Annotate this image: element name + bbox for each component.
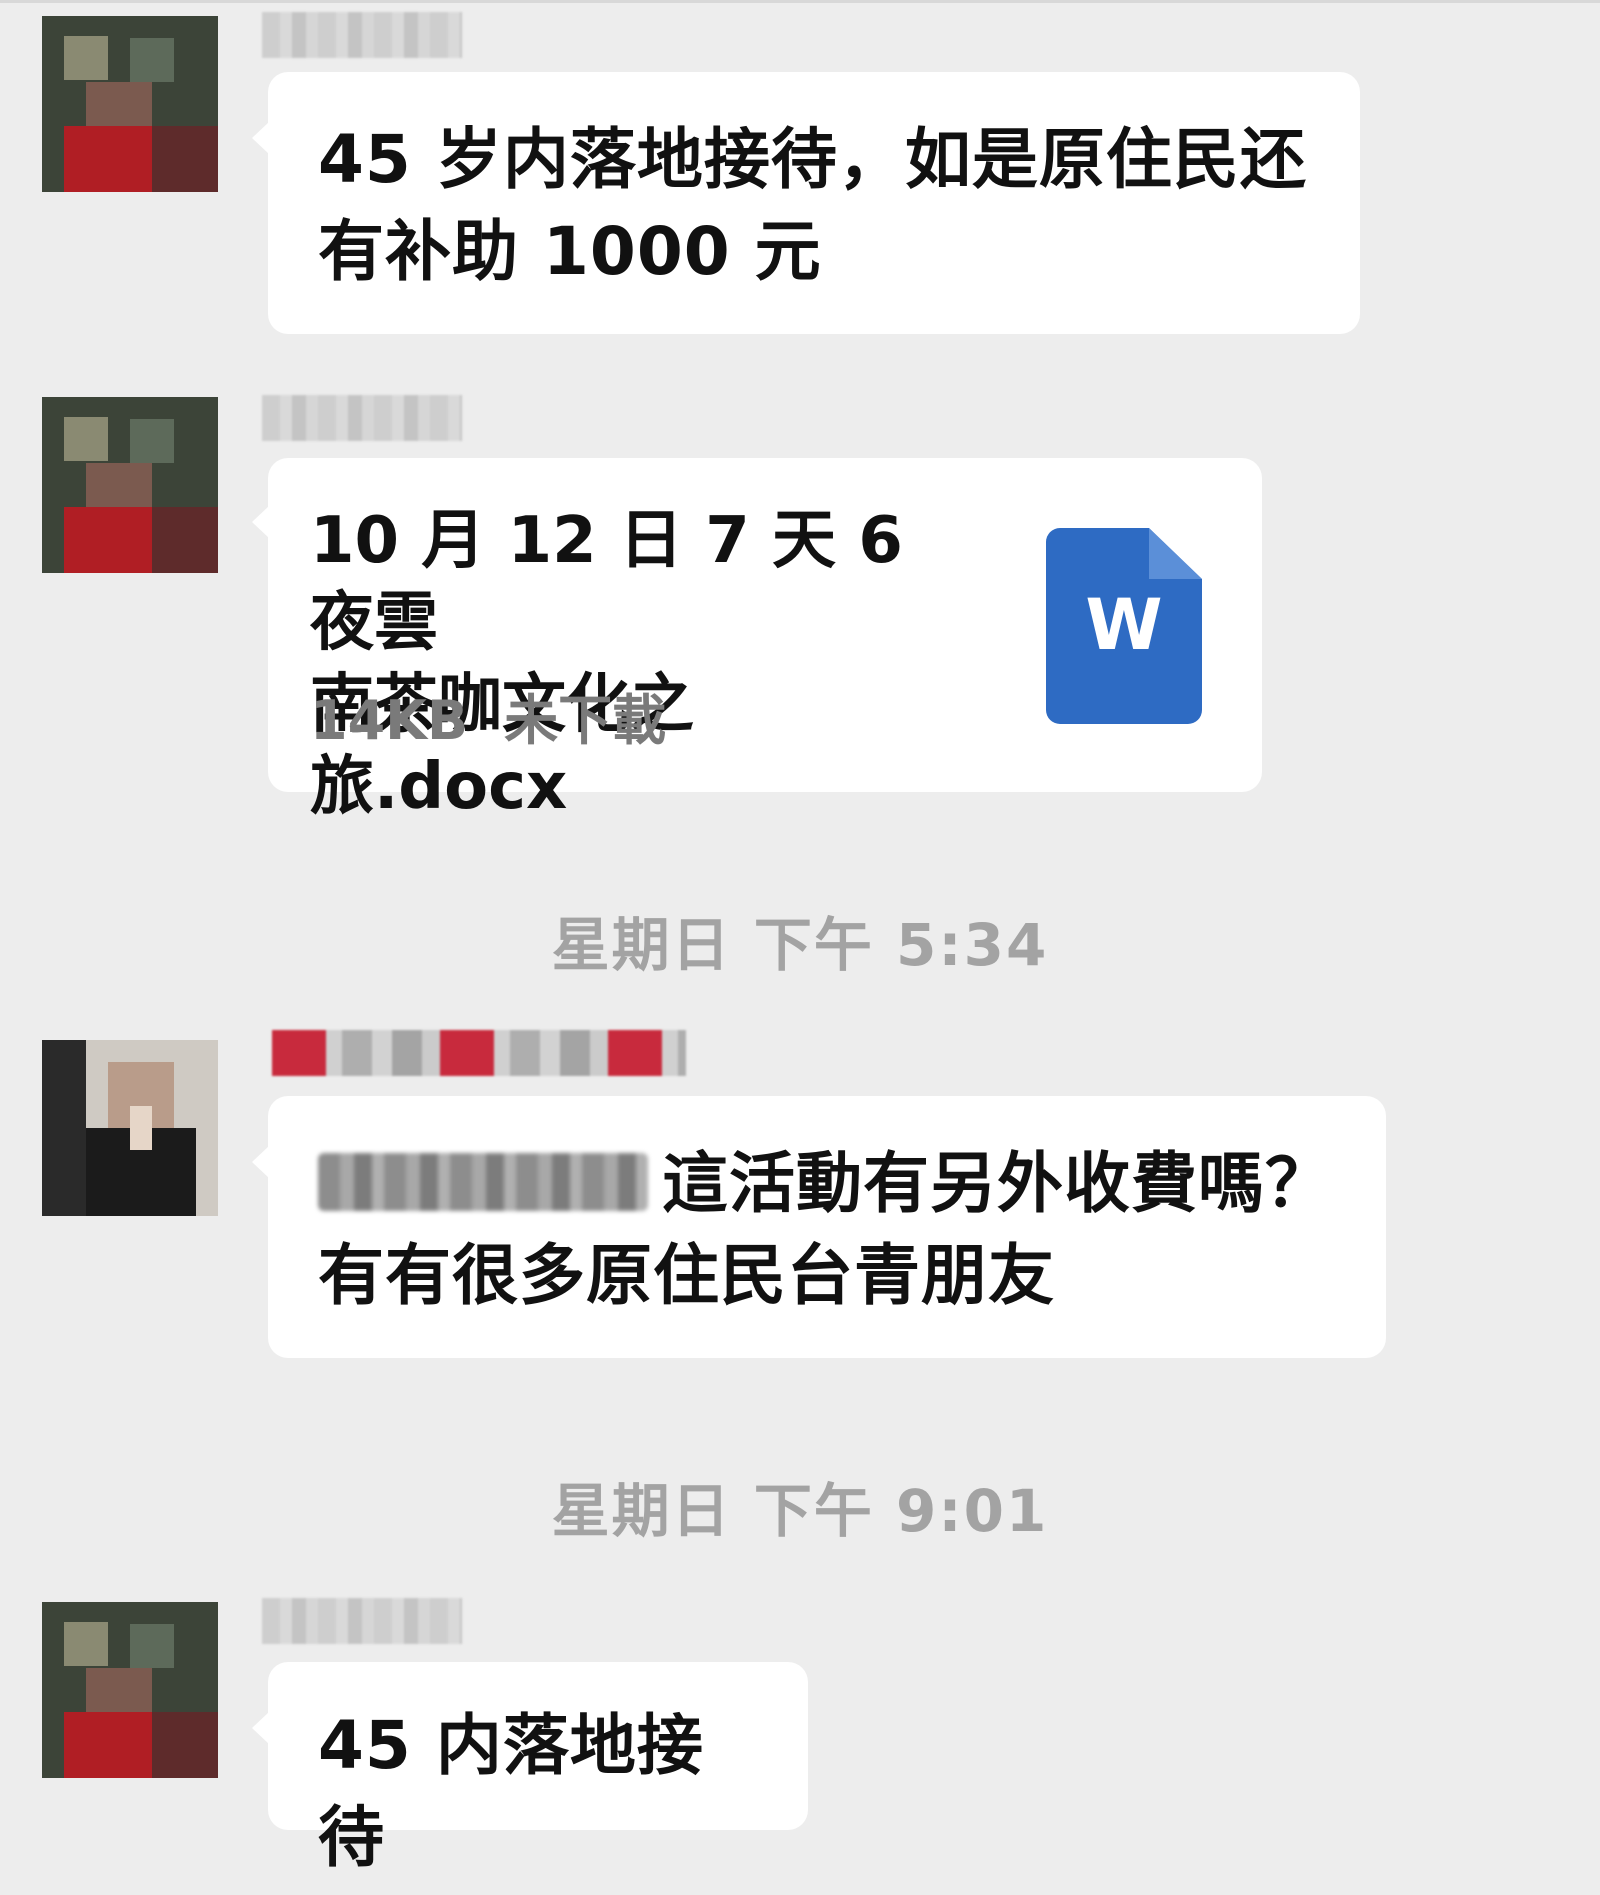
message-text: 這活動有另外收費嗎？ 有有很多原住民台青朋友 [318,1138,1346,1322]
sender-name-redacted [272,1030,686,1076]
file-meta: 14KB 未下載 [310,676,666,755]
avatar[interactable] [42,397,218,573]
message-bubble[interactable]: 45 内落地接待 [252,1662,808,1876]
mention-redacted [318,1152,648,1211]
word-icon-letter: W [1085,584,1163,666]
message-text: 45 岁内落地接待，如是原住民还 有补助 1000 元 [318,121,1307,290]
file-name: 10 月 12 日 7 天 6 夜雲 南茶咖文化之旅.docx [310,504,903,824]
timestamp: 星期日 下午 9:01 [551,1477,1049,1545]
message-bubble[interactable]: 45 岁内落地接待，如是原住民还 有补助 1000 元 [252,72,1360,334]
message-text: 45 内落地接待 [318,1707,704,1876]
file-download-status: 未下載 [504,689,667,752]
timestamp: 星期日 下午 5:34 [551,911,1049,979]
file-message-bubble[interactable]: 10 月 12 日 7 天 6 夜雲 南茶咖文化之旅.docx 14KB 未下載 … [252,458,1262,824]
sender-name-redacted [262,1598,462,1644]
avatar[interactable] [42,1040,218,1216]
message-bubble[interactable]: 這活動有另外收費嗎？ 有有很多原住民台青朋友 [252,1096,1386,1358]
sender-name-redacted [262,12,462,58]
avatar[interactable] [42,1602,218,1778]
top-divider [0,0,1600,3]
avatar[interactable] [42,16,218,192]
sender-name-redacted [262,395,462,441]
file-size: 14KB [310,689,469,752]
